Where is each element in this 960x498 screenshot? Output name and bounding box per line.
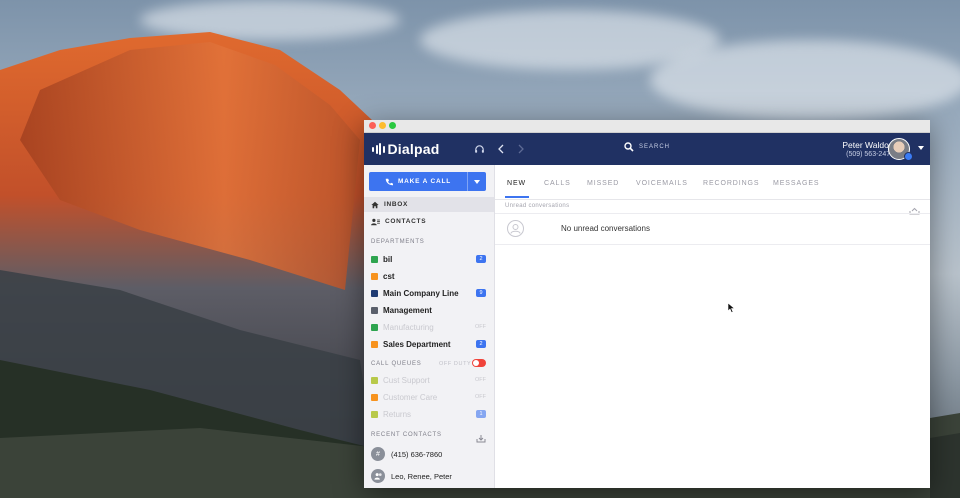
brand-name: Dialpad xyxy=(387,141,440,157)
toggle-knob xyxy=(473,360,479,366)
sidebar-item-label: INBOX xyxy=(384,201,409,208)
department-name: Main Company Line xyxy=(383,288,459,298)
queue-item[interactable]: Returns 1 xyxy=(364,406,494,422)
group-icon xyxy=(371,469,385,483)
zoom-window-button[interactable] xyxy=(389,122,396,129)
recent-contacts-heading: RECENT CONTACTS xyxy=(371,432,442,438)
contact-avatar: # xyxy=(371,447,385,461)
sidebar-item-label: CONTACTS xyxy=(385,218,427,225)
window-titlebar[interactable] xyxy=(364,120,930,133)
off-duty-label: OFF DUTY xyxy=(439,361,472,367)
user-menu-caret-icon[interactable] xyxy=(918,146,924,150)
search-label: SEARCH xyxy=(639,144,671,150)
person-placeholder-icon xyxy=(507,220,524,237)
conversation-row: No unread conversations xyxy=(495,213,930,245)
tab-recordings[interactable]: RECORDINGS xyxy=(703,180,759,187)
department-color-square xyxy=(371,306,378,314)
department-color-square xyxy=(371,340,378,348)
tab-missed[interactable]: MISSED xyxy=(587,180,619,187)
queue-item[interactable]: Cust Support OFF xyxy=(364,372,494,388)
unread-badge: 9 xyxy=(476,289,486,297)
department-color-square xyxy=(371,272,378,280)
back-arrow-icon[interactable] xyxy=(494,142,508,156)
make-call-main[interactable]: MAKE A CALL xyxy=(369,178,467,186)
user-phone: (509) 563-2478 xyxy=(846,151,894,158)
queue-color-square xyxy=(371,393,378,401)
contacts-icon xyxy=(371,218,380,225)
queue-color-square xyxy=(371,376,378,384)
app-header: Dialpad SEARCH Peter Waldorf (509) 563-2… xyxy=(364,133,930,166)
department-item[interactable]: cst xyxy=(364,268,494,284)
departments-heading: DEPARTMENTS xyxy=(371,239,425,245)
department-name: Management xyxy=(383,305,432,315)
department-name: Manufacturing xyxy=(383,322,434,332)
make-call-dropdown[interactable] xyxy=(467,172,486,191)
phone-icon xyxy=(385,178,393,185)
search-bar[interactable]: SEARCH xyxy=(624,142,670,152)
department-color-square xyxy=(371,323,378,331)
queue-name: Cust Support xyxy=(383,375,430,385)
minimize-window-button[interactable] xyxy=(379,122,386,129)
unread-badge: 1 xyxy=(476,410,486,418)
search-icon xyxy=(624,142,634,152)
queue-name: Customer Care xyxy=(383,392,438,402)
sidebar: MAKE A CALL INBOX CONTACTS DEPARTMENTS b… xyxy=(364,165,495,488)
inbox-tabs: NEW CALLS MISSED VOICEMAILS RECORDINGS M… xyxy=(495,165,930,200)
mouse-pointer-icon xyxy=(727,300,736,318)
queue-item[interactable]: Customer Care OFF xyxy=(364,389,494,405)
department-name: bil xyxy=(383,254,393,264)
dialpad-logo[interactable]: Dialpad xyxy=(372,141,439,157)
tab-messages[interactable]: MESSAGES xyxy=(773,180,820,187)
unread-badge: 2 xyxy=(476,340,486,348)
dialpad-window: Dialpad SEARCH Peter Waldorf (509) 563-2… xyxy=(364,120,930,488)
home-icon xyxy=(371,201,379,208)
department-item[interactable]: Manufacturing OFF xyxy=(364,319,494,335)
department-item[interactable]: bil 2 xyxy=(364,251,494,267)
queue-color-square xyxy=(371,410,378,418)
department-name: Sales Department xyxy=(383,339,451,349)
department-item[interactable]: Sales Department 2 xyxy=(364,336,494,352)
contact-name: (415) 636-7860 xyxy=(391,449,443,459)
make-call-button[interactable]: MAKE A CALL xyxy=(369,172,486,191)
unread-badge: 2 xyxy=(476,255,486,263)
empty-state-text: No unread conversations xyxy=(561,224,650,233)
close-window-button[interactable] xyxy=(369,122,376,129)
department-color-square xyxy=(371,289,378,297)
headset-icon[interactable] xyxy=(472,142,486,156)
user-info[interactable]: Peter Waldorf (509) 563-2478 xyxy=(842,140,894,159)
presence-indicator xyxy=(904,152,913,161)
department-color-square xyxy=(371,255,378,263)
forward-arrow-icon[interactable] xyxy=(514,142,528,156)
tab-new[interactable]: NEW xyxy=(507,180,526,187)
tab-voicemails[interactable]: VOICEMAILS xyxy=(636,180,688,187)
recent-contact-item[interactable]: # (415) 636-7860 xyxy=(364,444,494,464)
sidebar-item-inbox[interactable]: INBOX xyxy=(364,197,494,212)
dialpad-logo-icon xyxy=(372,143,385,155)
tab-calls[interactable]: CALLS xyxy=(544,180,571,187)
user-name: Peter Waldorf xyxy=(842,140,894,150)
queue-name: Returns xyxy=(383,409,412,419)
chevron-down-icon xyxy=(474,179,480,184)
contact-name: Leo, Renee, Peter xyxy=(391,471,452,481)
main-panel: NEW CALLS MISSED VOICEMAILS RECORDINGS M… xyxy=(495,165,930,488)
off-status: OFF xyxy=(475,377,486,383)
department-name: cst xyxy=(383,271,395,281)
make-call-label: MAKE A CALL xyxy=(397,178,452,185)
department-item[interactable]: Management xyxy=(364,302,494,318)
active-tab-indicator xyxy=(505,196,529,198)
department-item[interactable]: Main Company Line 9 xyxy=(364,285,494,301)
sidebar-item-contacts[interactable]: CONTACTS xyxy=(364,214,494,229)
off-status: OFF xyxy=(475,394,486,400)
off-duty-toggle[interactable] xyxy=(472,359,486,367)
unread-conversations-label: Unread conversations xyxy=(505,203,570,209)
recent-contact-item[interactable]: Leo, Renee, Peter xyxy=(364,466,494,486)
off-status: OFF xyxy=(475,324,486,330)
call-queues-heading: CALL QUEUES xyxy=(371,361,422,367)
